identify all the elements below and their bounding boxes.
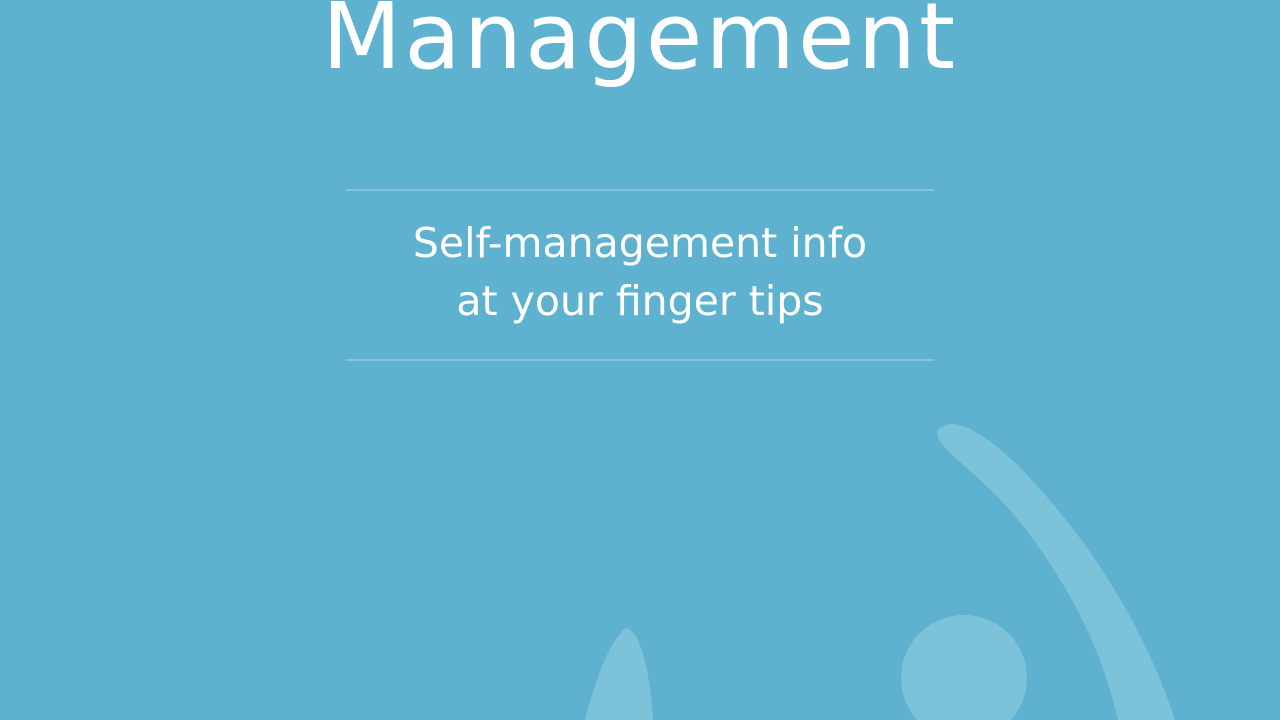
tagline-line-2: at your finger tips: [456, 277, 824, 325]
app-title: Management: [321, 0, 959, 90]
tagline-line-1: Self-management info: [412, 219, 868, 267]
divider-bottom: [346, 359, 934, 361]
figure-head-shape: [901, 615, 1027, 720]
tagline: Self-management info at your finger tips: [346, 214, 934, 330]
splash-screen: Management Self-management info at your …: [0, 0, 1280, 720]
figure-left-leaf-shape: [585, 628, 653, 720]
divider-top: [346, 189, 934, 191]
